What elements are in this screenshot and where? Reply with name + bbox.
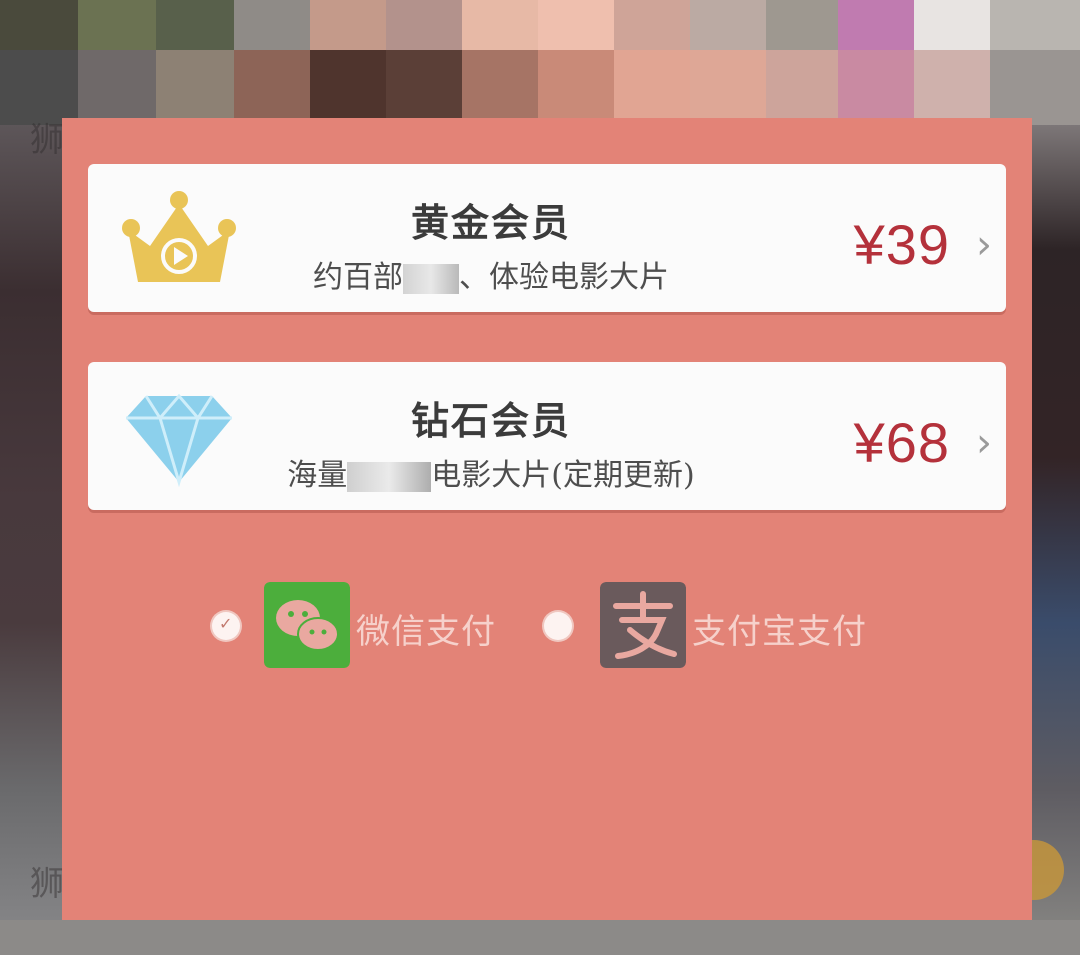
alipay-label[interactable]: 支付宝支付 [692, 604, 867, 653]
membership-modal: 黄金会员 约百部 、体验电影大片 ¥39 › 钻石会员 海量 电影大片(定期更新) … [62, 118, 1032, 920]
background-text: 狮 [30, 864, 64, 904]
wechat-pay-icon[interactable] [264, 582, 350, 668]
check-icon: ✓ [219, 614, 233, 633]
plan-description: 约百部 、体验电影大片 [313, 260, 669, 295]
chevron-right-icon: › [976, 420, 992, 466]
chevron-right-icon: › [976, 222, 992, 268]
plan-title: 钻石会员 [410, 399, 571, 443]
redacted-text [403, 264, 459, 294]
plan-card-diamond[interactable]: 钻石会员 海量 电影大片(定期更新) ¥68 › [88, 362, 1006, 510]
background-right-edge [1032, 125, 1080, 955]
background-bottom-edge [0, 920, 1080, 955]
plan-price: ¥39 [853, 213, 950, 276]
alipay-radio[interactable] [544, 612, 572, 640]
background-text: 狮 [30, 120, 64, 160]
plan-card-gold[interactable]: 黄金会员 约百部 、体验电影大片 ¥39 › [88, 164, 1006, 312]
plan-description: 海量 电影大片(定期更新) [287, 458, 695, 493]
plan-title: 黄金会员 [410, 201, 571, 245]
background-mosaic [0, 0, 1080, 125]
payment-methods: ✓ 微信支付 支付宝支付 [62, 578, 1032, 678]
redacted-text [347, 462, 432, 492]
wechat-pay-label[interactable]: 微信支付 [356, 604, 496, 653]
background-left-edge [0, 125, 62, 955]
plan-price: ¥68 [853, 411, 950, 474]
alipay-icon[interactable] [600, 582, 686, 668]
wechat-pay-radio[interactable]: ✓ [212, 612, 240, 640]
